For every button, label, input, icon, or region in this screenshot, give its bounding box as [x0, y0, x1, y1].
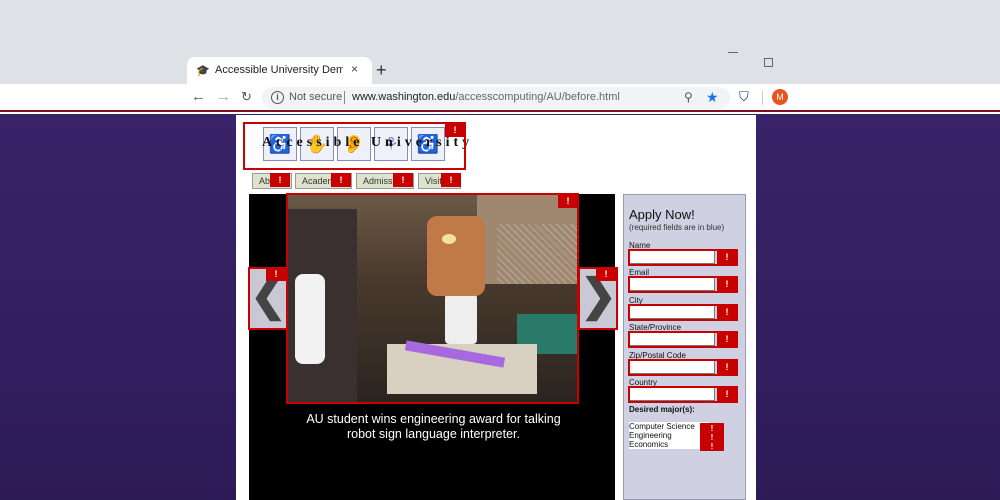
security-label: Not secure: [289, 91, 343, 103]
error-badge: !: [717, 332, 737, 346]
error-badge: !: [270, 173, 290, 187]
error-badge: !: [717, 360, 737, 374]
close-tab-icon[interactable]: ×: [351, 62, 358, 76]
browser-tab[interactable]: 🎓 Accessible University Demo Site ×: [187, 57, 372, 85]
error-badge: !: [717, 305, 737, 319]
photo-error-outline: [286, 193, 579, 404]
error-badge: !: [717, 250, 737, 264]
bookmark-star-icon[interactable]: ★: [706, 89, 719, 106]
major-option[interactable]: Computer Science: [629, 422, 709, 431]
majors-select[interactable]: Computer Science Engineering Economics: [629, 422, 709, 449]
error-badge: !: [558, 194, 578, 208]
error-badge: !: [441, 173, 461, 187]
zoom-icon[interactable]: ⚲: [684, 90, 693, 104]
logo-error-outline: [243, 122, 466, 170]
mortarboard-icon: 🎓: [196, 65, 210, 77]
browser-toolbar: ← → ↻ i Not secure www.washington.edu/ac…: [0, 84, 1000, 112]
error-badge: !: [717, 387, 737, 401]
new-tab-button[interactable]: +: [376, 60, 387, 81]
back-icon[interactable]: ←: [191, 88, 206, 105]
tab-title: Accessible University Demo Site: [215, 64, 343, 76]
info-icon[interactable]: i: [271, 91, 284, 104]
reload-icon[interactable]: ↻: [241, 89, 252, 105]
error-badge: !: [266, 267, 286, 281]
url-host: www.washington.edu: [352, 91, 456, 103]
error-badge: !: [710, 433, 714, 442]
url-separator: [344, 91, 345, 104]
majors-label: Desired major(s):: [629, 405, 695, 414]
toolbar-divider: [762, 91, 763, 105]
error-badge: !: [393, 173, 413, 187]
address-bar[interactable]: i Not secure www.washington.edu/accessco…: [262, 87, 730, 109]
maximize-icon[interactable]: [764, 58, 773, 67]
url-text[interactable]: www.washington.edu/accesscomputing/AU/be…: [352, 91, 620, 103]
form-note: (required fields are in blue): [629, 223, 725, 232]
extension-icon[interactable]: ⛉: [739, 89, 749, 105]
error-badge-stack: ! ! !: [700, 423, 724, 451]
browser-tab-strip: [0, 0, 1000, 84]
form-title: Apply Now!: [629, 207, 695, 222]
error-badge: !: [331, 173, 351, 187]
carousel-caption: AU student wins engineering award for ta…: [306, 412, 561, 441]
url-path: /accesscomputing/AU/before.html: [455, 91, 620, 103]
profile-avatar[interactable]: M: [772, 89, 788, 105]
minimize-icon[interactable]: [728, 52, 738, 53]
forward-icon[interactable]: →: [216, 88, 231, 105]
major-option[interactable]: Economics: [629, 440, 709, 449]
error-badge: !: [710, 442, 714, 451]
error-badge: !: [717, 277, 737, 291]
error-badge: !: [596, 267, 616, 281]
error-badge: !: [445, 123, 465, 137]
error-badge: !: [710, 424, 714, 433]
major-option[interactable]: Engineering: [629, 431, 709, 440]
